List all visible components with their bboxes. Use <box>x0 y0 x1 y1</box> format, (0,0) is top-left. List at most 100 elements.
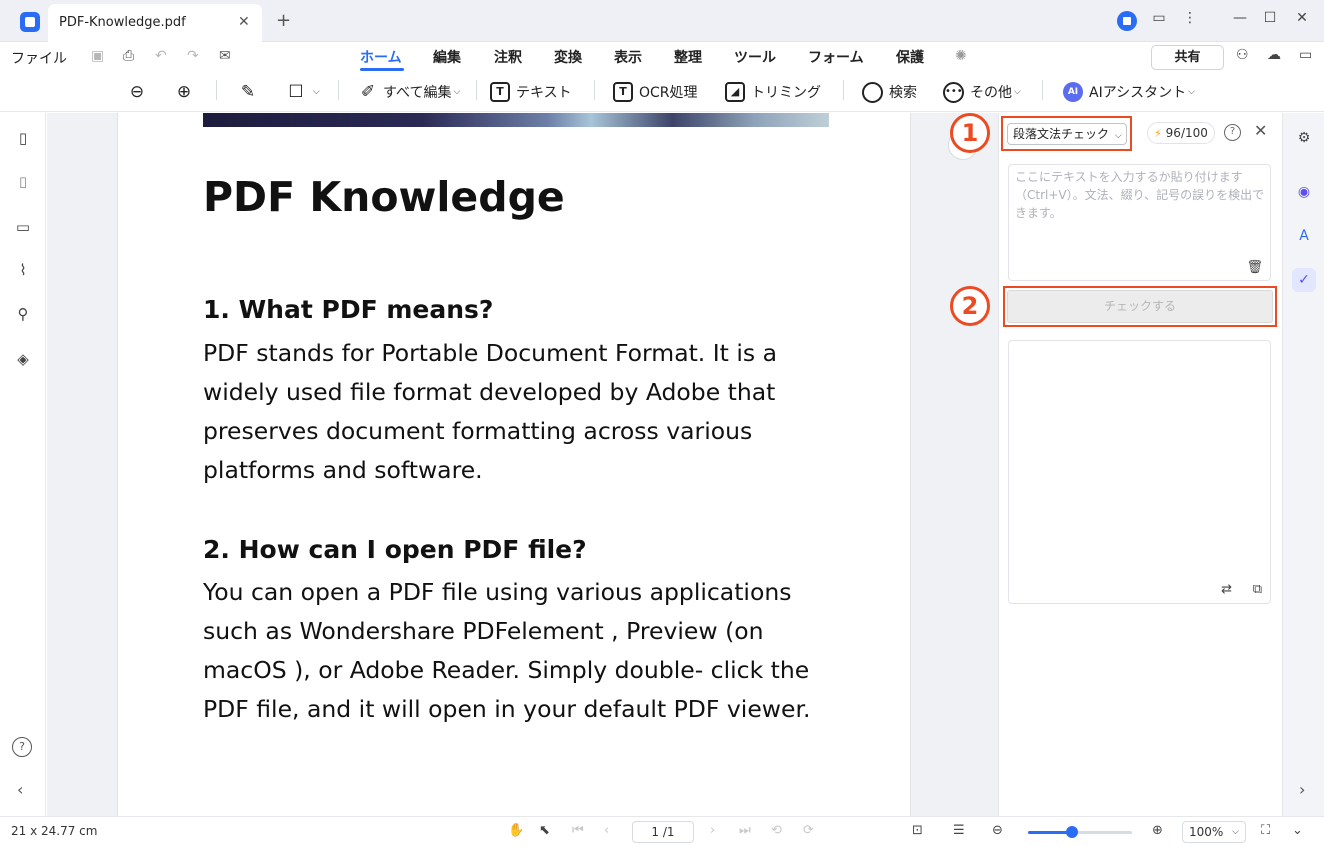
collapse-right-icon[interactable]: › <box>1299 780 1305 799</box>
bolt-icon: ⚡ <box>1154 127 1162 140</box>
rotate-right-icon[interactable]: ⟳ <box>803 823 814 838</box>
toolbar-divider <box>338 80 339 100</box>
share-button[interactable]: 共有 <box>1151 45 1224 70</box>
menu-edit[interactable]: 編集 <box>433 47 461 67</box>
undo-icon[interactable]: ↶ <box>155 48 167 64</box>
page-number: 1 /1 <box>651 825 675 839</box>
close-window-icon[interactable]: ✕ <box>1291 10 1313 26</box>
ai-assistant-button[interactable]: AI AIアシスタント ⌵ <box>1063 80 1195 104</box>
section-paragraph: You can open a PDF file using various ap… <box>203 578 811 723</box>
search-button[interactable]: 検索 <box>862 80 917 104</box>
shape-button[interactable]: ☐ ⌵ <box>285 80 319 104</box>
select-tool-icon[interactable]: ⬉ <box>539 823 550 838</box>
menu-home[interactable]: ホーム <box>360 47 402 67</box>
mail-icon[interactable]: ✉ <box>219 48 231 64</box>
save-icon[interactable]: ▣ <box>91 48 104 64</box>
tab-close-icon[interactable]: ✕ <box>238 14 250 30</box>
highlight-button[interactable]: ✎ <box>237 80 263 104</box>
last-page-icon[interactable]: ⏭ <box>739 823 751 838</box>
fit-page-icon[interactable]: ⊡ <box>912 823 923 838</box>
prev-page-icon[interactable]: ‹ <box>604 823 609 838</box>
credits-badge: ⚡ 96/100 <box>1147 122 1215 144</box>
next-page-icon[interactable]: › <box>710 823 715 838</box>
ocr-label: OCR処理 <box>639 85 698 101</box>
search-label: 検索 <box>889 85 917 101</box>
rectangle-icon: ☐ <box>288 82 304 102</box>
zoom-out-icon: ⊖ <box>129 82 145 102</box>
edit-all-button[interactable]: ✐ すべて編集 ⌵ <box>357 80 460 104</box>
ai-robot-icon[interactable]: ◉ <box>1292 180 1316 204</box>
brand-icon[interactable] <box>1117 11 1137 31</box>
feedback-icon[interactable]: ▭ <box>1148 10 1170 26</box>
credits-value: 96/100 <box>1165 126 1208 140</box>
fullscreen-icon[interactable]: ⛶ <box>1261 823 1270 838</box>
layers-icon[interactable]: ◈ <box>13 350 33 370</box>
first-page-icon[interactable]: ⏮ <box>572 823 584 838</box>
attachment-icon[interactable]: ⌇ <box>13 261 33 281</box>
properties-icon[interactable]: ⚙ <box>1292 126 1316 150</box>
zoom-out-button[interactable]: ⊖ <box>126 80 152 104</box>
lightbulb-icon[interactable]: ✺ <box>955 48 967 64</box>
ocr-icon: T <box>613 82 633 102</box>
crop-button[interactable]: ◢ トリミング <box>725 80 821 104</box>
menu-form[interactable]: フォーム <box>808 47 864 67</box>
page-thumbnail-icon[interactable]: ▯ <box>13 129 33 149</box>
help-icon[interactable]: ? <box>1224 124 1241 141</box>
more-button[interactable]: ••• その他 ⌵ <box>943 80 1021 104</box>
copy-icon[interactable]: ⧉ <box>1253 582 1262 597</box>
page-layout-icon[interactable]: ☰ <box>953 823 965 838</box>
zoom-dropdown[interactable]: 100% ⌵ <box>1182 821 1246 843</box>
ocr-button[interactable]: T OCR処理 <box>613 80 698 104</box>
hand-tool-icon[interactable]: ✋ <box>508 823 524 838</box>
menu-protect[interactable]: 保護 <box>896 47 924 67</box>
page-dimensions: 21 x 24.77 cm <box>11 824 98 838</box>
rotate-left-icon[interactable]: ⟲ <box>771 823 782 838</box>
file-menu[interactable]: ファイル <box>11 48 67 68</box>
print-icon[interactable]: ⎙ <box>123 48 134 64</box>
zoom-out-icon[interactable]: ⊖ <box>992 823 1003 838</box>
menu-convert[interactable]: 変換 <box>554 47 582 67</box>
comment-icon[interactable]: ▭ <box>13 218 33 238</box>
menu-view[interactable]: 表示 <box>614 47 642 67</box>
text-box-icon: T <box>490 82 510 102</box>
grammar-check-panel: 段落文法チェック ⌵ ⚡ 96/100 ? ✕ ここにテキストを入力するか貼り付… <box>998 113 1281 816</box>
panel-toggle-icon[interactable]: ▭ <box>1299 47 1312 63</box>
zoom-slider[interactable] <box>1028 826 1132 838</box>
grammar-input-area[interactable]: ここにテキストを入力するか貼り付けます（Ctrl+V）。文法、綴り、記号の誤りを… <box>1008 164 1271 281</box>
collapse-left-icon[interactable]: ‹ <box>17 780 23 799</box>
more-options-icon[interactable]: ⌄ <box>1292 823 1303 838</box>
grammar-check-icon[interactable]: ✓ <box>1292 268 1316 292</box>
minimize-icon[interactable]: — <box>1229 10 1251 26</box>
section-heading: 2. How can I open PDF file? <box>203 535 587 564</box>
new-tab-button[interactable]: + <box>276 10 291 31</box>
zoom-in-icon: ⊕ <box>176 82 192 102</box>
menu-organize[interactable]: 整理 <box>674 47 702 67</box>
menu-annotate[interactable]: 注釈 <box>494 47 522 67</box>
close-panel-icon[interactable]: ✕ <box>1254 121 1267 140</box>
zoom-in-icon[interactable]: ⊕ <box>1152 823 1163 838</box>
cloud-upload-icon[interactable]: ☁ <box>1267 47 1281 63</box>
zoom-slider-handle[interactable] <box>1065 826 1078 838</box>
document-viewport[interactable]: PDF Knowledge 1. What PDF means? PDF sta… <box>47 113 998 816</box>
replace-icon[interactable]: ⇄ <box>1221 582 1232 597</box>
trash-icon[interactable]: 🗑 <box>1246 260 1263 275</box>
search-icon[interactable]: ⚲ <box>13 305 33 325</box>
maximize-icon[interactable]: ☐ <box>1259 10 1281 26</box>
menu-tools[interactable]: ツール <box>734 47 776 67</box>
crop-label: トリミング <box>751 85 821 101</box>
pdf-page[interactable]: PDF Knowledge 1. What PDF means? PDF sta… <box>117 113 911 816</box>
page-indicator[interactable]: 1 /1 <box>632 821 694 843</box>
more-dots-icon: ••• <box>943 81 964 103</box>
network-icon[interactable]: ⚇ <box>1236 47 1249 63</box>
zoom-in-button[interactable]: ⊕ <box>173 80 199 104</box>
bookmark-icon[interactable]: ⌷ <box>13 174 33 194</box>
translate-icon[interactable]: A <box>1292 224 1316 248</box>
crop-icon: ◢ <box>725 82 745 102</box>
title-bar: PDF-Knowledge.pdf ✕ + ▭ ⋮ — ☐ ✕ <box>0 0 1324 42</box>
grammar-result-area[interactable]: ⇄ ⧉ <box>1008 340 1271 604</box>
redo-icon[interactable]: ↷ <box>187 48 199 64</box>
more-icon[interactable]: ⋮ <box>1179 10 1201 26</box>
document-tab[interactable]: PDF-Knowledge.pdf ✕ <box>48 4 262 42</box>
add-text-button[interactable]: T テキスト <box>490 80 572 104</box>
help-icon[interactable]: ? <box>12 737 32 757</box>
